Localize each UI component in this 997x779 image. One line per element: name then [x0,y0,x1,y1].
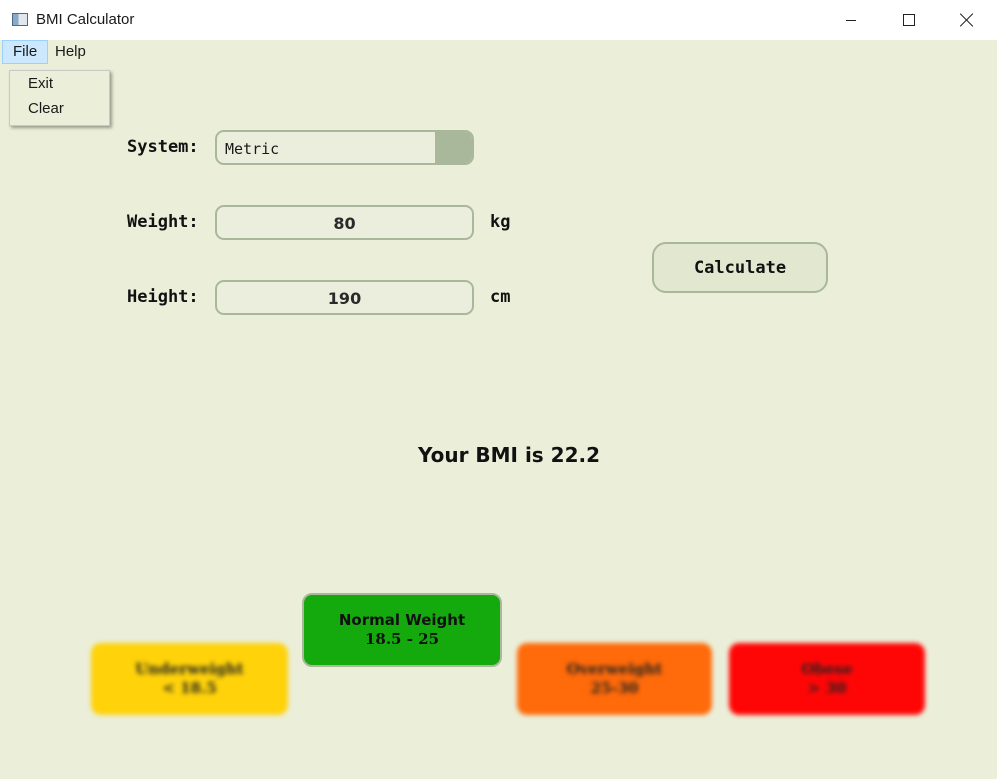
bmi-result: Your BMI is 22.2 [417,443,601,467]
close-icon [960,13,974,27]
category-range: 18.5 - 25 [364,630,440,648]
height-unit: cm [490,287,511,307]
weight-field[interactable]: 80 [215,205,474,240]
system-select-value: Metric [225,140,280,158]
menu-item-exit[interactable]: Exit [28,75,53,92]
category-normal-weight: Normal Weight 18.5 - 25 [302,593,502,667]
title-bar: BMI Calculator [0,0,997,40]
category-name: Underweight [135,660,244,678]
menu-item-clear[interactable]: Clear [28,100,64,117]
height-label: Height: [127,287,199,307]
category-obese: Obese > 30 [729,643,925,715]
category-underweight: Underweight < 18.5 [91,643,288,715]
select-dropdown-button[interactable] [435,132,472,163]
window-title: BMI Calculator [36,11,135,28]
category-overweight: Overweight 25-30 [517,643,712,715]
menu-bar: File Help [0,40,997,65]
app-icon [12,13,28,26]
category-range: > 30 [807,679,847,697]
maximize-icon [903,14,915,26]
system-label: System: [127,137,199,157]
file-dropdown-menu: Exit Clear [9,70,110,126]
menu-file[interactable]: File [2,40,49,64]
system-select[interactable]: Metric [215,130,474,165]
maximize-button[interactable] [880,0,938,40]
weight-label: Weight: [127,212,199,232]
category-name: Obese [801,660,853,678]
minimize-button[interactable] [822,0,880,40]
menu-help[interactable]: Help [45,40,96,64]
minimize-icon [846,19,856,21]
category-name: Overweight [566,660,663,678]
category-range: 25-30 [590,679,639,697]
category-range: < 18.5 [162,679,217,697]
close-button[interactable] [938,0,996,40]
weight-input-value[interactable]: 80 [217,214,472,233]
height-input-value[interactable]: 190 [217,289,472,308]
weight-unit: kg [490,212,511,232]
category-name: Normal Weight [338,611,466,629]
calculate-button[interactable]: Calculate [652,242,828,293]
height-field[interactable]: 190 [215,280,474,315]
